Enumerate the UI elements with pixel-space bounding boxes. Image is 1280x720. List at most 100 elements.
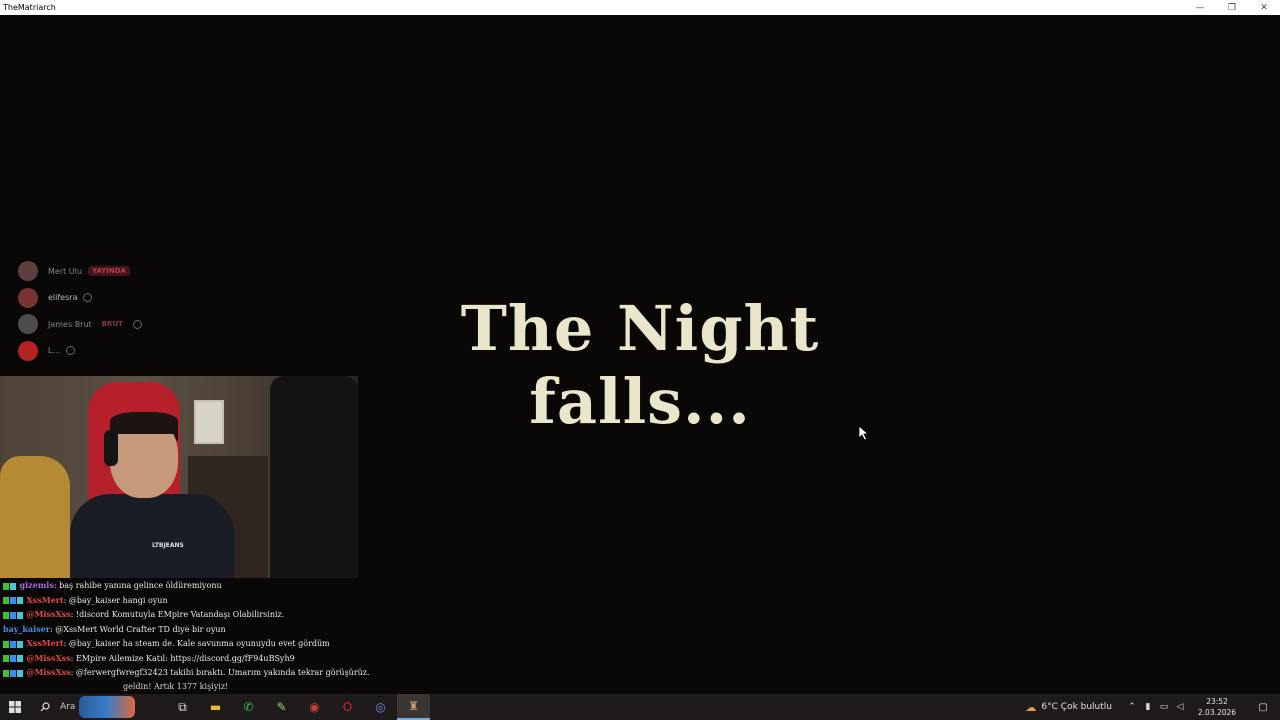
chevron-up-icon[interactable]: ⌃ (1124, 694, 1140, 720)
avatar (18, 340, 38, 361)
notification-icon[interactable]: ▢ (1246, 694, 1280, 720)
voice-member: James Brut BRUT (18, 311, 238, 338)
chat-username: XssMert (26, 594, 64, 605)
window-title: TheMatriarch (3, 3, 56, 12)
taskbar-search[interactable]: Ara (30, 694, 166, 720)
chat-banner-text: geldin! Artık 1377 kişiyiz! (123, 681, 229, 691)
cloud-icon: ☁ (1025, 700, 1037, 714)
chat-message: @MissXss: @ferwergfwregf32423 takibi bır… (3, 665, 370, 680)
voice-member-name: James Brut (48, 319, 92, 329)
windows-logo-icon (9, 701, 21, 713)
wall-portrait (194, 400, 224, 444)
watching-icon (132, 319, 142, 329)
badge-icon (3, 669, 9, 677)
chat-message: bay_kaiser: @XssMert World Crafter TD di… (3, 623, 226, 634)
game-icon[interactable]: ♜ (397, 694, 430, 720)
avatar (18, 287, 38, 308)
badge-icon (3, 611, 9, 619)
window-controls: — ❐ ✕ (1184, 0, 1280, 15)
role-badge: BRUT (101, 320, 123, 329)
search-label: Ara (60, 702, 76, 712)
search-icon (40, 702, 50, 712)
streamer-body (70, 494, 234, 578)
voice-overlay: Mert Ulu YAYINDA elifesra James Brut BRU… (18, 258, 238, 364)
chat-overlay: gizemls: baş rahibe yanına gelince öldür… (3, 578, 370, 695)
badge-icon (3, 655, 9, 662)
chat-username: gizemls (19, 580, 54, 590)
chat-text: @bay_kaiser ha steam de. Kale savunma oy… (68, 639, 330, 648)
speaker-icon[interactable]: ◁ (1172, 694, 1188, 720)
live-badge: YAYINDA (87, 266, 130, 277)
maximize-button[interactable]: ❐ (1216, 0, 1248, 15)
voice-member-name: L... (48, 346, 61, 356)
badge-icon (17, 597, 23, 604)
chat-text: !discord Komutuyla EMpire Vatandaşı Olab… (75, 610, 285, 619)
chat-message: @MissXss: !discord Komutuyla EMpire Vata… (3, 607, 363, 622)
voice-member: Mert Ulu YAYINDA (18, 258, 238, 285)
badge-icon (10, 640, 16, 648)
yellow-armchair (0, 456, 70, 578)
watching-icon (83, 293, 93, 303)
night-falls-message: The Night falls... (460, 292, 820, 438)
badge-icon (10, 655, 16, 662)
badge-icon (17, 669, 23, 677)
chat-text: @bay_kaiser hangi oyun (68, 595, 168, 605)
search-highlight-image (79, 696, 136, 718)
badge-icon (17, 655, 23, 662)
opera-icon[interactable]: O (331, 694, 364, 720)
chrome-icon[interactable]: ◉ (298, 694, 331, 720)
weather-temp: 6°C (1041, 702, 1058, 712)
window-titlebar: TheMatriarch — ❐ ✕ (0, 0, 1280, 15)
badge-icon (10, 597, 16, 604)
chat-username: bay_kaiser (3, 623, 50, 634)
weather-condition: Çok bulutlu (1060, 702, 1112, 712)
file-explorer-icon[interactable]: ▬ (199, 694, 232, 720)
chat-username: XssMert (26, 638, 64, 648)
task-view-icon[interactable]: ⧉ (166, 694, 199, 720)
voice-member: elifesra (18, 285, 238, 312)
voice-member-name: Mert Ulu (48, 266, 82, 276)
badge-icon (3, 582, 9, 590)
avatar (18, 314, 38, 335)
chat-username: @MissXss (26, 652, 71, 663)
webcam-feed: LTBJEANS (0, 376, 358, 578)
screen: TheMatriarch — ❐ ✕ The Night falls... Me… (0, 0, 1280, 720)
clock-date: 2.03.2026 (1197, 708, 1237, 717)
voice-member-name: elifesra (48, 293, 78, 303)
badge-icon (3, 640, 9, 648)
badge-icon (17, 611, 23, 619)
black-gaming-chair (270, 376, 358, 578)
chat-message: gizemls: baş rahibe yanına gelince öldür… (3, 578, 363, 593)
chat-message: @MissXss: EMpire Ailemize Katıl: https:/… (3, 651, 363, 666)
streamer-hair-top (110, 412, 178, 434)
system-tray: ☁ 6°C Çok bulutlu ⌃ ▮ ▭ ◁ 23:52 2.03.202… (1025, 694, 1280, 720)
app-icon[interactable]: ✎ (265, 694, 298, 720)
close-button[interactable]: ✕ (1248, 0, 1280, 15)
avatar (18, 261, 38, 282)
discord-icon[interactable]: ◎ (364, 694, 397, 720)
chat-banner: geldin! Artık 1377 kişiyiz! (3, 680, 363, 695)
minimize-button[interactable]: — (1184, 0, 1216, 15)
clock[interactable]: 23:52 2.03.2026 (1188, 696, 1246, 718)
badge-icon (3, 597, 9, 604)
chat-message: XssMert: @bay_kaiser ha steam de. Kale s… (3, 636, 363, 651)
chat-text: baş rahibe yanına gelince öldüremiyonu (59, 581, 222, 590)
headphones (104, 430, 118, 466)
badge-icon (10, 611, 16, 619)
chat-username: @MissXss (26, 667, 71, 677)
network-icon[interactable]: ▭ (1156, 694, 1172, 720)
voice-member: L... (18, 338, 238, 365)
start-button[interactable] (0, 694, 30, 720)
shirt-logo: LTBJEANS (152, 542, 184, 549)
clock-time: 23:52 (1206, 697, 1228, 706)
microphone-icon[interactable]: ▮ (1140, 694, 1156, 720)
chat-username: @MissXss (26, 609, 71, 619)
weather-widget[interactable]: ☁ 6°C Çok bulutlu (1025, 701, 1112, 714)
chat-message: XssMert: @bay_kaiser hangi oyun (3, 593, 363, 608)
taskbar: Ara ⧉ ▬ ✆ ✎ ◉ O ◎ ♜ ☁ 6°C Çok bulutlu ⌃ … (0, 694, 1280, 720)
chat-text: @XssMert World Crafter TD diye bir oyun (55, 624, 226, 634)
whatsapp-icon[interactable]: ✆ (232, 694, 265, 720)
mouse-cursor-icon (858, 425, 870, 441)
badge-icon (10, 669, 16, 677)
watching-icon (66, 346, 76, 356)
